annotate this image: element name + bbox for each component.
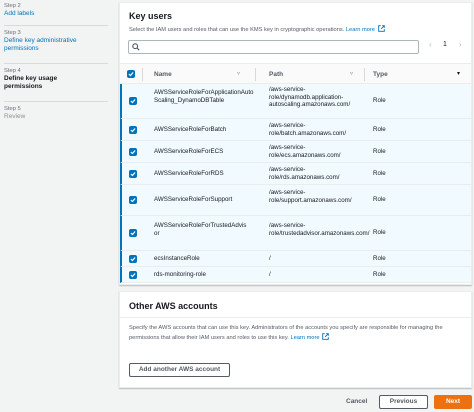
row-type: Role (373, 196, 386, 203)
row-checkbox[interactable] (129, 97, 137, 105)
column-header-name[interactable]: Name (154, 71, 172, 78)
other-aws-accounts-panel: Other AWS accounts Specify the AWS accou… (119, 291, 472, 388)
chevron-right-icon[interactable]: › (459, 40, 462, 49)
table-row[interactable]: ecsInstanceRole / Role (120, 251, 471, 267)
table-row[interactable]: AWSServiceRoleForBatch /aws-service-role… (120, 119, 471, 141)
add-aws-account-button[interactable]: Add another AWS account (129, 363, 230, 377)
check-icon (130, 198, 136, 203)
row-name: AWSServiceRoleForSupport (154, 196, 233, 203)
row-name: ecsInstanceRole (154, 255, 200, 262)
next-button[interactable]: Next (434, 395, 472, 409)
table-row[interactable]: AWSServiceRoleForECS /aws-service-role/e… (120, 141, 471, 163)
learn-more-link[interactable]: Learn more (346, 27, 375, 33)
row-path: / (269, 255, 271, 262)
row-checkbox[interactable] (129, 255, 137, 263)
wizard-sidebar: Step 2 Add labels Step 3 Define key admi… (0, 0, 112, 412)
wizard-step-3[interactable]: Step 3 Define key administrative permiss… (4, 30, 110, 53)
row-name: AWSServiceRoleForApplicationAutoScaling_… (154, 89, 254, 104)
check-icon (130, 257, 136, 262)
row-path: /aws-service-role/dynamodb.application-a… (269, 86, 351, 109)
other-accounts-title: Other AWS accounts (129, 301, 218, 311)
row-checkbox[interactable] (129, 229, 137, 237)
column-header-type[interactable]: Type (373, 71, 388, 78)
row-type: Role (373, 170, 386, 177)
row-name: rds-monitoring-role (154, 271, 206, 278)
row-type: Role (373, 126, 386, 133)
check-icon (130, 273, 136, 278)
column-separator (364, 68, 365, 81)
row-type: Role (373, 148, 386, 155)
sort-icon[interactable]: ▿ (350, 70, 353, 77)
row-checkbox[interactable] (129, 148, 137, 156)
check-icon (128, 72, 134, 77)
row-type: Role (373, 97, 386, 104)
row-name: AWSServiceRoleForTrustedAdvisor (154, 222, 247, 237)
column-separator (142, 68, 143, 81)
check-icon (130, 172, 136, 177)
wizard-step-2[interactable]: Step 2 Add labels (4, 3, 110, 18)
wizard-step-5: Step 5 Review (4, 106, 110, 121)
step-divider (4, 25, 108, 26)
step-divider (4, 63, 108, 64)
row-checkbox[interactable] (129, 271, 137, 279)
row-path: /aws-service-role/rds.amazonaws.com/ (269, 166, 340, 181)
table-row[interactable]: AWSServiceRoleForSupport /aws-service-ro… (120, 185, 471, 216)
step-divider (4, 101, 108, 102)
external-link-icon (322, 332, 329, 340)
step-number: Step 4 (4, 68, 21, 74)
check-icon (130, 150, 136, 155)
check-icon (130, 231, 136, 236)
row-path: /aws-service-role/support.amazonaws.com/ (269, 189, 352, 204)
table-header: Name ▿ Path ▿ Type ▾ (120, 63, 471, 84)
row-checkbox[interactable] (129, 170, 137, 178)
check-icon (130, 99, 136, 104)
table-row[interactable]: AWSServiceRoleForRDS /aws-service-role/r… (120, 163, 471, 185)
row-type: Role (373, 255, 386, 262)
sort-icon[interactable]: ▿ (237, 70, 240, 77)
external-link-icon (377, 25, 385, 32)
description-text: Specify the AWS accounts that can use th… (129, 325, 443, 341)
chevron-left-icon[interactable]: ‹ (429, 40, 432, 49)
table-row[interactable]: rds-monitoring-role / Role (120, 267, 471, 283)
table-row[interactable]: AWSServiceRoleForTrustedAdvisor /aws-ser… (120, 216, 471, 251)
row-name: AWSServiceRoleForECS (154, 148, 224, 155)
cancel-button[interactable]: Cancel (346, 398, 367, 405)
page-number[interactable]: 1 (443, 41, 447, 48)
key-users-description: Select the IAM users and roles that can … (129, 25, 385, 35)
search-icon (132, 43, 140, 51)
step-title-review: Review (4, 113, 26, 120)
step-number: Step 3 (4, 30, 21, 36)
step-title-key-usage: Define key usage permissions (4, 75, 58, 90)
step-number: Step 5 (4, 106, 21, 112)
sort-descending-icon[interactable]: ▾ (457, 70, 460, 77)
row-name: AWSServiceRoleForBatch (154, 126, 227, 133)
search-input[interactable] (128, 40, 419, 54)
description-text: Select the IAM users and roles that can … (129, 27, 345, 33)
row-path: /aws-service-role/batch.amazonaws.com/ (269, 122, 347, 137)
key-users-panel: Key users Select the IAM users and roles… (119, 2, 472, 285)
select-all-checkbox[interactable] (127, 70, 135, 78)
wizard-step-4: Step 4 Define key usage permissions (4, 68, 110, 91)
row-path: /aws-service-role/trustedadvisor.amazona… (269, 222, 370, 237)
row-type: Role (373, 271, 386, 278)
check-icon (130, 128, 136, 133)
step-number: Step 2 (4, 3, 21, 9)
table-row[interactable]: AWSServiceRoleForApplicationAutoScaling_… (120, 84, 471, 119)
other-accounts-description: Specify the AWS accounts that can use th… (129, 325, 465, 342)
key-users-title: Key users (129, 11, 173, 21)
step-title-add-labels[interactable]: Add labels (4, 10, 110, 18)
column-separator (255, 68, 256, 81)
previous-button[interactable]: Previous (379, 395, 428, 409)
row-path: /aws-service-role/ecs.amazonaws.com/ (269, 144, 341, 159)
row-path: / (269, 271, 271, 278)
divider (120, 317, 471, 318)
row-name: AWSServiceRoleForRDS (154, 170, 224, 177)
row-checkbox[interactable] (129, 126, 137, 134)
learn-more-link[interactable]: Learn more (290, 335, 319, 341)
column-header-path[interactable]: Path (269, 71, 283, 78)
step-title-key-admin[interactable]: Define key administrative permissions (4, 37, 102, 53)
row-checkbox[interactable] (129, 196, 137, 204)
row-type: Role (373, 229, 386, 236)
